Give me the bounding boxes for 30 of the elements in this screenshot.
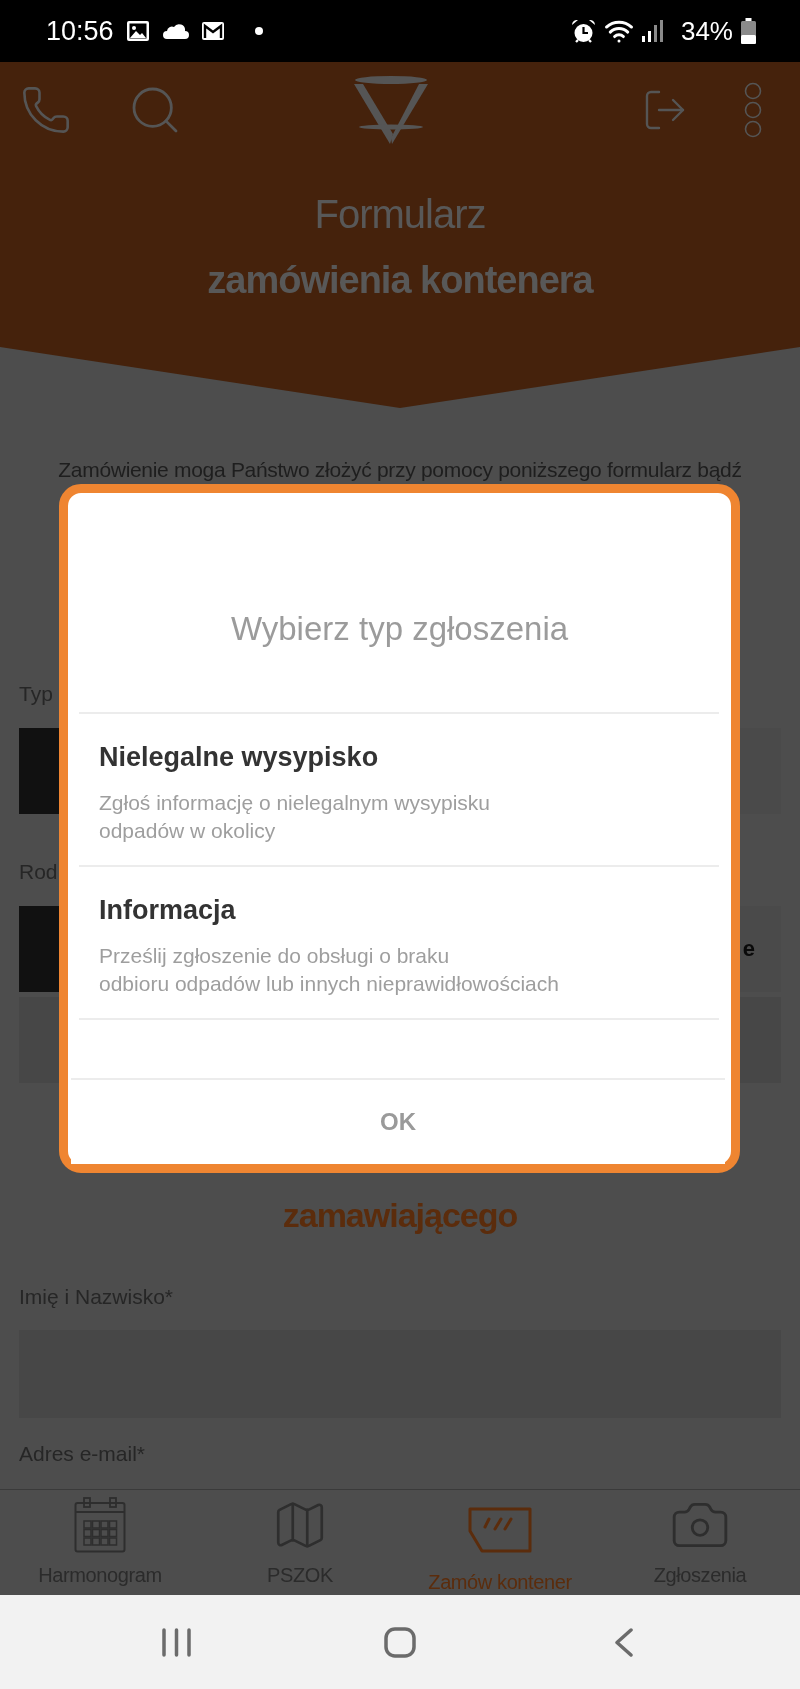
page-title: zamówienia kontenera <box>207 258 593 303</box>
cloud-icon <box>161 23 189 39</box>
logo-icon <box>353 76 429 144</box>
battery-icon <box>741 18 756 44</box>
recent-apps-icon <box>161 1627 191 1657</box>
dot-icon <box>254 27 263 35</box>
option-title: Informacja <box>99 894 237 926</box>
home-icon <box>384 1626 416 1658</box>
more-options-icon[interactable] <box>744 82 762 138</box>
alarm-clock-icon <box>570 18 596 44</box>
page-title: Formularz <box>314 191 486 238</box>
toggle-option-label[interactable]: e <box>742 936 755 962</box>
tag-icon <box>468 1507 532 1553</box>
option-title: Nielegalne wysypisko <box>99 741 380 773</box>
report-type-option[interactable]: Informacja Prześlij zgłoszenie do obsługi o braku odbioru odpadów lub innych nieprawidłowościach <box>79 867 719 1020</box>
phone-icon[interactable] <box>20 84 72 136</box>
option-description: Prześlij zgłoszenie do obsługi o braku odbioru odpadów lub innych nieprawidłowościach <box>99 943 560 997</box>
back-icon <box>614 1627 634 1657</box>
dialog-title: Wybierz typ zgłoszenia <box>229 609 570 649</box>
ok-button[interactable]: OK <box>71 1078 725 1164</box>
section-heading: zamawiającego <box>281 1195 519 1235</box>
report-type-option[interactable]: Nielegalne wysypisko Zgłoś informację o nielegalnym wysypisku odpadów w okolicy <box>79 714 719 867</box>
signal-icon <box>641 20 663 42</box>
calendar-icon <box>74 1497 126 1553</box>
nav-tab[interactable]: Zamów kontener <box>400 1490 600 1595</box>
mail-icon <box>200 21 225 41</box>
option-description: Zgłoś informację o nielegalnym wysypisku odpadów w okolicy <box>99 790 491 844</box>
image-icon <box>125 20 150 42</box>
battery-percent: 34% <box>680 18 733 44</box>
clock-time: 10:56 <box>46 17 114 45</box>
